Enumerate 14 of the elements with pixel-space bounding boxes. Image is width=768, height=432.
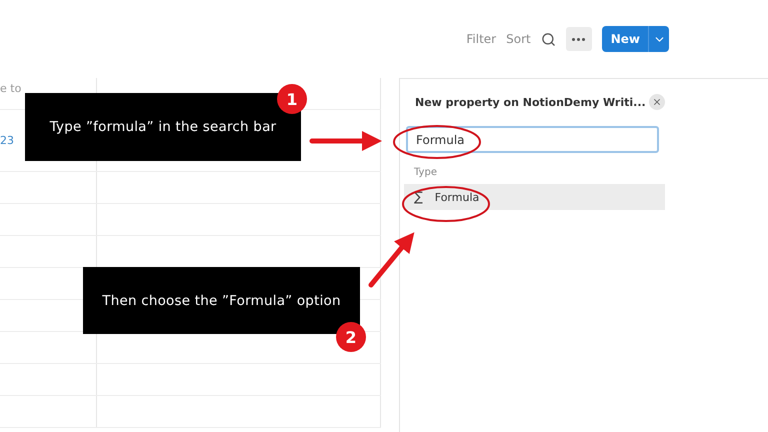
sort-button[interactable]: Sort — [506, 32, 531, 46]
more-button[interactable] — [566, 27, 592, 51]
close-icon — [652, 97, 662, 107]
step-badge: 1 — [277, 84, 307, 114]
table-cell: 23 — [0, 134, 14, 147]
search-field[interactable]: Formula — [406, 126, 659, 153]
section-label: Type — [414, 167, 438, 178]
search-icon[interactable] — [540, 32, 556, 46]
more-icon — [572, 38, 586, 40]
column-header[interactable]: e to — [0, 82, 22, 95]
filter-button[interactable]: Filter — [466, 32, 496, 46]
close-button[interactable] — [649, 94, 665, 110]
panel-title: New property on NotionDemy Writi... — [415, 96, 646, 108]
arrow — [368, 232, 414, 288]
